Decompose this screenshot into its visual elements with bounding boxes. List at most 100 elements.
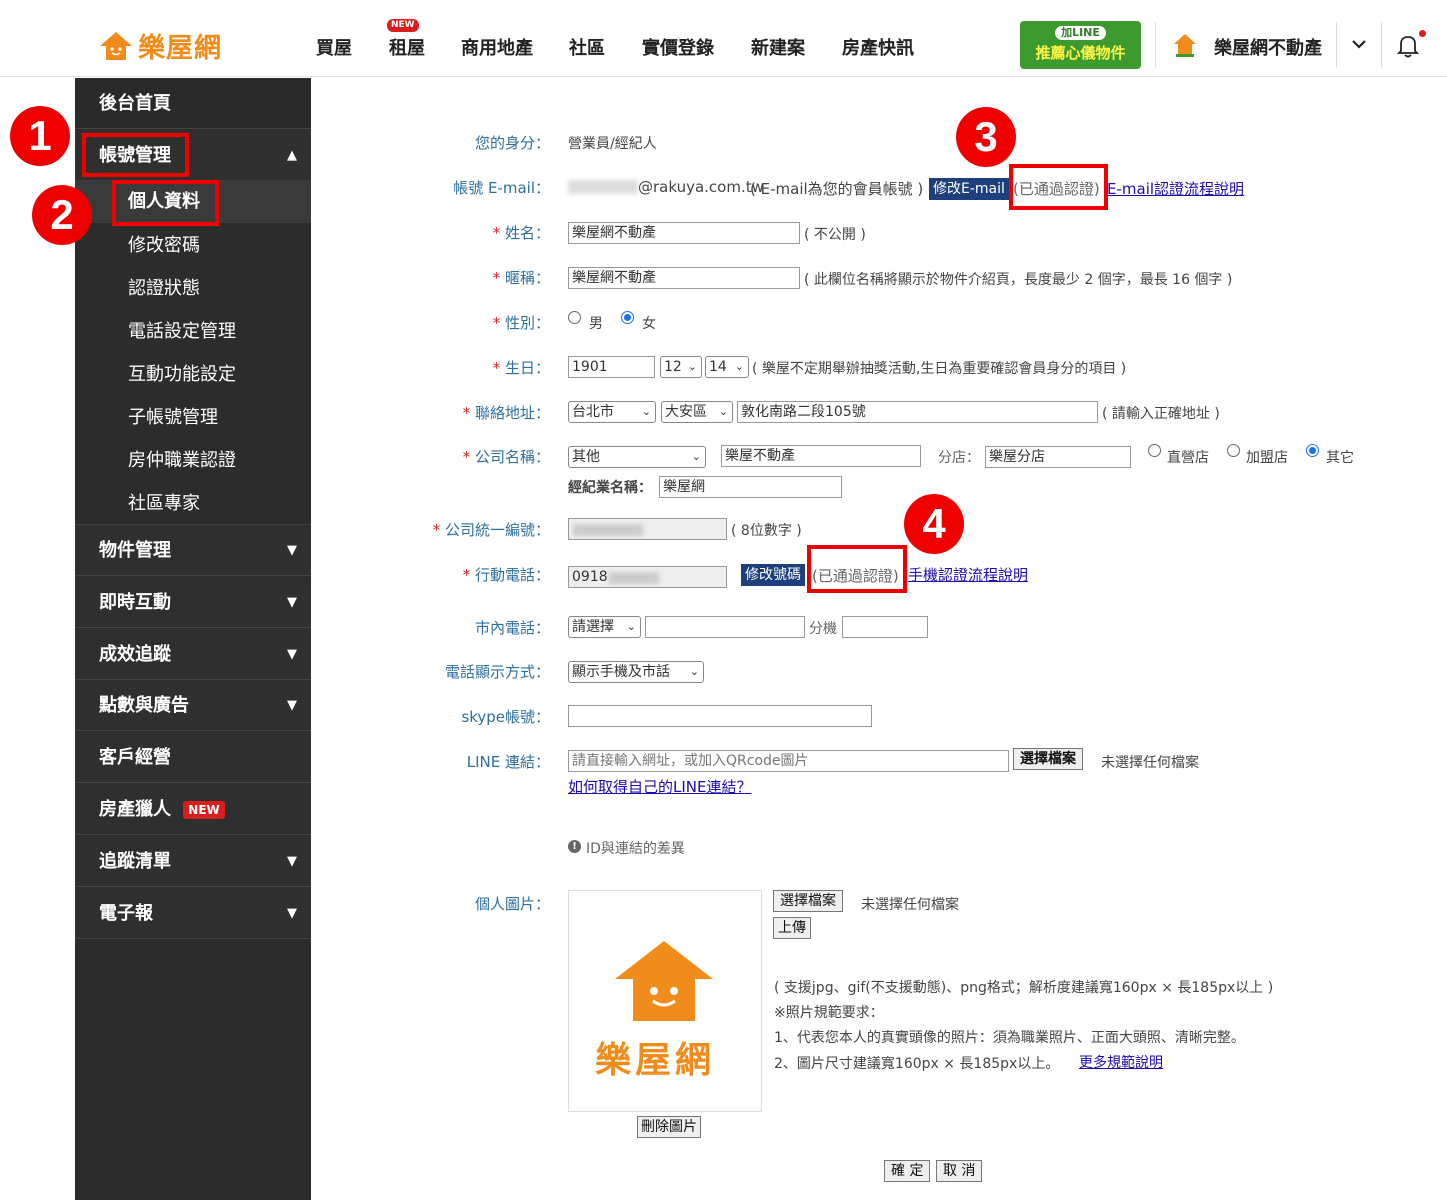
store-other-label: 其它 (1326, 450, 1354, 466)
nickname-input[interactable]: 樂屋網不動產 (568, 267, 800, 289)
branch-input[interactable]: 樂屋分店 (985, 446, 1131, 468)
delete-photo-button[interactable]: 刪除圖片 (637, 1116, 701, 1138)
nav-buy[interactable]: 買屋 (316, 34, 352, 60)
name-input[interactable]: 樂屋網不動產 (568, 222, 800, 244)
sidebar-performance[interactable]: 成效追蹤 ▼ (75, 629, 311, 680)
extension-input[interactable] (842, 616, 928, 638)
birth-day-select[interactable]: 14 ⌄ (705, 356, 749, 378)
line-help-link[interactable]: 如何取得自己的LINE連結？ (568, 776, 751, 797)
sidebar-customers[interactable]: 客戶經營 (75, 732, 311, 783)
nav-rent[interactable]: 租屋 (389, 34, 425, 60)
skype-label: skype帳號： (461, 708, 550, 726)
sidebar-sub-phone-settings[interactable]: 電話設定管理 (75, 310, 311, 353)
step-marker-2: 2 (32, 185, 92, 245)
chevron-down-icon[interactable] (1351, 38, 1367, 50)
new-badge: NEW (387, 19, 419, 32)
divider (1336, 22, 1337, 68)
line-url-input[interactable]: 請直接輸入網址，或加入QRcode圖片 (568, 750, 1009, 772)
photo-choose-file-button[interactable]: 選擇檔案 (773, 890, 843, 912)
birth-year-input[interactable]: 1901 (568, 356, 655, 378)
nav-price-registry[interactable]: 實價登錄 (642, 34, 714, 60)
sidebar-sub-password[interactable]: 修改密碼 (75, 224, 311, 267)
company-input[interactable]: 樂屋不動產 (721, 445, 921, 467)
sidebar-sub-verification[interactable]: 認證狀態 (75, 267, 311, 310)
sidebar-item-label: 成效追蹤 (99, 644, 171, 665)
nav-commercial[interactable]: 商用地產 (461, 34, 533, 60)
email-help-link[interactable]: E-mail認證流程說明 (1107, 178, 1244, 199)
photo-note-rules-title: ※照片規範要求： (774, 1005, 884, 1021)
nav-new-projects[interactable]: 新建案 (751, 34, 805, 60)
birth-month-select[interactable]: 12 ⌄ (660, 356, 702, 378)
edit-email-button[interactable]: 修改E-mail (929, 178, 1009, 200)
chevron-down-icon: ▼ (287, 854, 297, 869)
email-note: ( E-mail為您的會員帳號 ) (750, 180, 924, 198)
add-line-button[interactable]: 加LINE 推薦心儀物件 (1020, 21, 1141, 69)
bell-icon[interactable] (1395, 33, 1421, 59)
birthday-label: * 生日： (492, 359, 550, 377)
user-avatar-icon (1174, 34, 1196, 57)
step-marker-1: 1 (10, 106, 70, 166)
store-direct-radio[interactable] (1148, 444, 1161, 457)
address-city-select[interactable]: 台北市 ⌄ (568, 401, 656, 423)
site-logo[interactable]: 樂屋網 (98, 26, 222, 65)
blurred-mobile (609, 572, 659, 584)
name-note: ( 不公開 ) (804, 227, 866, 243)
sidebar-live-interaction[interactable]: 即時互動 ▼ (75, 577, 311, 628)
identity-value: 營業員/經紀人 (568, 136, 657, 152)
sidebar-sub-subaccounts[interactable]: 子帳號管理 (75, 396, 311, 439)
edit-phone-button[interactable]: 修改號碼 (741, 564, 805, 586)
info-icon: ! (568, 840, 581, 853)
mobile-input[interactable]: 0918 (568, 566, 727, 588)
store-direct-label: 直營店 (1167, 450, 1209, 466)
gender-female-radio[interactable] (621, 311, 634, 324)
sidebar-listings[interactable]: 物件管理 ▼ (75, 525, 311, 576)
line-choose-file-button[interactable]: 選擇檔案 (1013, 748, 1083, 770)
store-other-radio[interactable] (1306, 444, 1319, 457)
sidebar-item-label: 追蹤清單 (99, 851, 171, 872)
address-district-select[interactable]: 大安區 ⌄ (661, 401, 733, 423)
step-marker-4: 4 (904, 494, 964, 554)
phone-help-link[interactable]: 手機認證流程說明 (908, 564, 1028, 585)
more-rules-link[interactable]: 更多規範說明 (1079, 1052, 1163, 1072)
landline-area-select[interactable]: 請選擇 ⌄ (568, 616, 641, 638)
logo-text: 樂屋網 (138, 33, 222, 64)
nickname-note: ( 此欄位名稱將顯示於物件介紹頁，長度最少 2 個字，最長 16 個字 ) (804, 272, 1233, 288)
sidebar-sub-agent-cert[interactable]: 房仲職業認證 (75, 439, 311, 482)
sidebar-item-label: 即時互動 (99, 592, 171, 613)
company-select[interactable]: 其他 ⌄ (568, 446, 706, 468)
sidebar-newsletter[interactable]: 電子報 ▼ (75, 888, 311, 939)
blurred-tax-id (573, 524, 643, 536)
user-name[interactable]: 樂屋網不動產 (1214, 34, 1322, 60)
step-marker-3: 3 (956, 107, 1016, 167)
phone-display-select[interactable]: 顯示手機及市話 ⌄ (568, 661, 704, 683)
nav-news[interactable]: 房產快訊 (842, 34, 914, 60)
tax-id-input[interactable] (568, 518, 727, 540)
landline-label: 市內電話： (474, 619, 550, 637)
line-bottom-label: 推薦心儀物件 (1035, 44, 1126, 62)
upload-button[interactable]: 上傳 (773, 917, 811, 939)
skype-input[interactable] (568, 705, 872, 727)
sidebar-item-label: 物件管理 (99, 540, 171, 561)
photo-no-file-text: 未選擇任何檔案 (861, 897, 959, 913)
sidebar-sub-interaction[interactable]: 互動功能設定 (75, 353, 311, 396)
cancel-button[interactable]: 取 消 (936, 1160, 983, 1182)
sidebar-points-ads[interactable]: 點數與廣告 ▼ (75, 680, 311, 731)
gender-male-label: 男 (589, 316, 603, 332)
email-label: 帳號 E-mail： (453, 179, 550, 197)
nav-community[interactable]: 社區 (569, 34, 605, 60)
photo-note-rule-1: 1、代表您本人的真實頭像的照片：須為職業照片、正面大頭照、清晰完整。 (774, 1030, 1245, 1046)
sidebar-sub-community-expert[interactable]: 社區專家 (75, 482, 311, 525)
id-link-difference[interactable]: ID與連結的差異 (586, 838, 685, 858)
confirm-button[interactable]: 確 定 (884, 1160, 931, 1182)
sidebar-home[interactable]: 後台首頁 (75, 78, 311, 129)
line-no-file-text: 未選擇任何檔案 (1101, 755, 1199, 771)
sidebar-hunter[interactable]: 房產獵人 NEW (75, 784, 311, 835)
brokerage-input[interactable]: 樂屋網 (659, 476, 842, 498)
gender-male-radio[interactable] (568, 311, 581, 324)
address-street-input[interactable]: 敦化南路二段105號 (737, 401, 1098, 423)
store-franchise-label: 加盟店 (1246, 450, 1288, 466)
sidebar-tracking-list[interactable]: 追蹤清單 ▼ (75, 836, 311, 887)
store-franchise-radio[interactable] (1227, 444, 1240, 457)
landline-number-input[interactable] (645, 616, 805, 638)
address-label: * 聯絡地址： (462, 404, 550, 422)
